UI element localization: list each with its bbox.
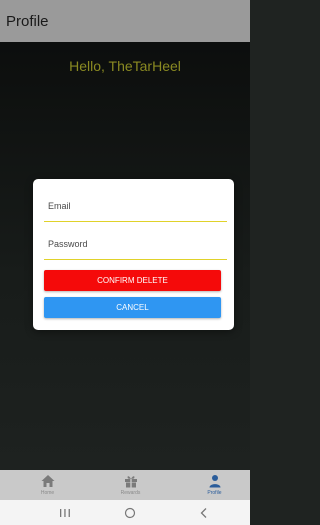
home-icon	[41, 475, 54, 487]
tab-home-label: Home	[40, 490, 55, 496]
gift-icon	[124, 476, 137, 488]
recents-icon[interactable]	[55, 505, 75, 521]
tab-home[interactable]: Home	[6, 470, 89, 500]
email-input[interactable]	[44, 197, 228, 215]
greeting-text: Hello, TheTarHeel	[69, 58, 181, 74]
password-field[interactable]	[44, 229, 228, 260]
home-circle-icon[interactable]	[120, 505, 140, 521]
system-navigation-bar	[0, 500, 250, 525]
cancel-button[interactable]: CANCEL	[44, 297, 221, 318]
email-field[interactable]	[44, 191, 228, 222]
bottom-tab-bar: Home Rewards Profile	[0, 470, 250, 500]
tab-rewards-label: Rewards	[120, 490, 141, 496]
page-title: Profile	[6, 13, 49, 30]
person-icon	[209, 475, 220, 488]
confirm-delete-button[interactable]: CONFIRM DELETE	[44, 270, 221, 291]
delete-account-dialog: CONFIRM DELETE CANCEL	[33, 179, 234, 330]
tab-profile[interactable]: Profile	[173, 470, 256, 500]
password-input[interactable]	[44, 235, 228, 253]
tab-rewards[interactable]: Rewards	[89, 470, 172, 500]
back-icon[interactable]	[194, 505, 214, 521]
app-header: Profile	[0, 0, 250, 42]
tab-profile-label: Profile	[207, 490, 222, 496]
